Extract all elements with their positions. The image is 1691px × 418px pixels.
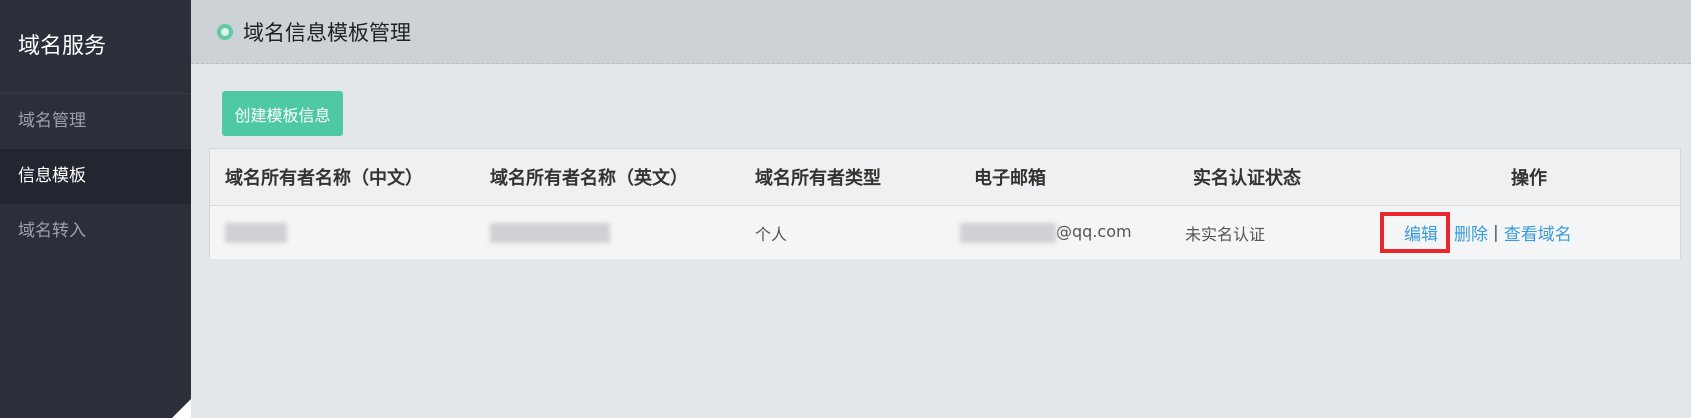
table-header-row: 域名所有者名称（中文） 域名所有者名称（英文） 域名所有者类型 电子邮箱 实名认… [210, 149, 1680, 206]
sidebar-collapse-corner[interactable] [172, 399, 191, 418]
view-domains-link[interactable]: 查看域名 [1504, 220, 1572, 245]
column-header-verification-status: 实名认证状态 [1193, 168, 1301, 189]
page-title: 域名信息模板管理 [243, 20, 411, 45]
actions-cell: 编辑 删除 | 查看域名 [1380, 212, 1572, 253]
owner-type-cell: 个人 [755, 224, 788, 244]
main-content: 域名信息模板管理 创建模板信息 域名所有者名称（中文） 域名所有者名称（英文） … [191, 0, 1691, 418]
table-row: 个人 @qq.com 未实名认证 编辑 删除 | 查看域名 [210, 206, 1680, 259]
redacted-owner-cn [225, 222, 287, 243]
sidebar-title: 域名服务 [0, 0, 191, 94]
redacted-owner-en [490, 222, 610, 243]
column-header-actions: 操作 [1511, 168, 1547, 189]
column-header-email: 电子邮箱 [974, 168, 1046, 189]
page-header: 域名信息模板管理 [191, 0, 1691, 64]
owner-en-cell [490, 222, 610, 243]
delete-link[interactable]: 删除 [1454, 220, 1488, 245]
email-cell: @qq.com [960, 222, 1132, 243]
redacted-email [960, 222, 1056, 243]
owner-cn-cell [225, 222, 287, 243]
status-cell: 未实名认证 [1185, 224, 1266, 244]
column-header-owner-type: 域名所有者类型 [755, 168, 881, 189]
create-template-button[interactable]: 创建模板信息 [222, 91, 343, 136]
circle-icon [217, 23, 233, 40]
sidebar-item-domain-management[interactable]: 域名管理 [0, 94, 191, 149]
email-suffix: @qq.com [1056, 222, 1132, 242]
sidebar-item-domain-transfer[interactable]: 域名转入 [0, 204, 191, 259]
edit-link[interactable]: 编辑 [1380, 212, 1450, 253]
column-header-owner-cn: 域名所有者名称（中文） [225, 168, 423, 189]
column-header-owner-en: 域名所有者名称（英文） [490, 168, 688, 189]
template-table: 域名所有者名称（中文） 域名所有者名称（英文） 域名所有者类型 电子邮箱 实名认… [209, 148, 1681, 259]
sidebar-item-info-template[interactable]: 信息模板 [0, 149, 191, 204]
sidebar: 域名服务 域名管理 信息模板 域名转入 [0, 0, 191, 418]
action-separator: | [1493, 222, 1499, 243]
